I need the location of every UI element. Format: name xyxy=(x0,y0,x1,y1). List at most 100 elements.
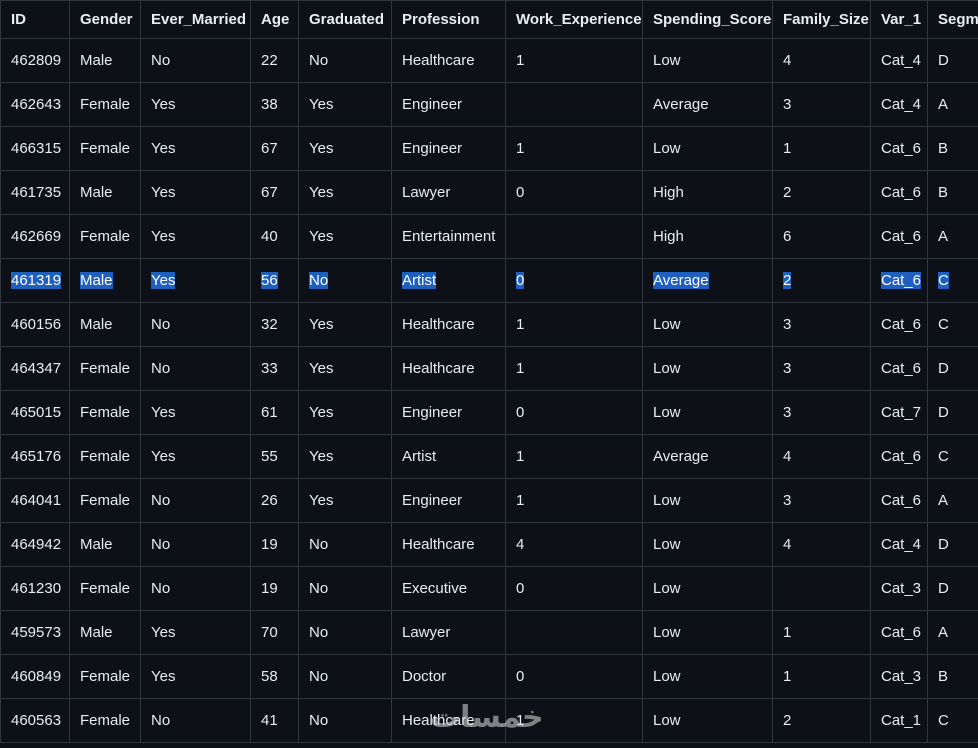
table-cell[interactable]: Low xyxy=(642,566,773,611)
table-cell[interactable]: 3 xyxy=(772,346,871,391)
table-cell[interactable]: 67 xyxy=(250,126,299,171)
table-cell[interactable]: Healthcare xyxy=(391,302,506,347)
table-cell[interactable]: No xyxy=(140,566,251,611)
table-cell[interactable]: Cat_3 xyxy=(870,654,928,699)
table-cell[interactable]: 2 xyxy=(772,698,871,743)
table-cell[interactable]: High xyxy=(642,214,773,259)
table-cell[interactable]: Cat_4 xyxy=(870,38,928,83)
table-cell[interactable]: Lawyer xyxy=(391,170,506,215)
table-cell[interactable]: Female xyxy=(69,654,141,699)
table-cell[interactable]: 462643 xyxy=(0,82,70,127)
table-cell[interactable]: C xyxy=(927,258,978,303)
table-cell[interactable]: 1 xyxy=(772,126,871,171)
table-cell[interactable]: D xyxy=(927,522,978,567)
table-cell[interactable]: Yes xyxy=(298,214,392,259)
table-cell[interactable]: 3 xyxy=(772,390,871,435)
table-cell[interactable]: No xyxy=(298,566,392,611)
table-cell[interactable]: 4 xyxy=(772,522,871,567)
table-cell[interactable]: 0 xyxy=(505,258,643,303)
table-row[interactable]: 464347 Female No 33 Yes Healthcare 1 Low 3 Cat_6 D xyxy=(0,346,978,391)
table-row[interactable]: 462669 Female Yes 40 Yes Entertainment High 6 Ca… xyxy=(0,214,978,259)
table-cell[interactable]: Cat_6 xyxy=(870,302,928,347)
table-cell[interactable]: Cat_4 xyxy=(870,82,928,127)
table-cell[interactable]: No xyxy=(140,698,251,743)
table-cell[interactable]: Male xyxy=(69,170,141,215)
table-cell[interactable]: 461230 xyxy=(0,566,70,611)
table-cell[interactable]: 460849 xyxy=(0,654,70,699)
table-cell[interactable]: 70 xyxy=(250,610,299,655)
table-cell[interactable]: Low xyxy=(642,654,773,699)
table-cell[interactable]: 1 xyxy=(772,654,871,699)
table-cell[interactable]: Low xyxy=(642,478,773,523)
table-cell[interactable]: 38 xyxy=(250,82,299,127)
column-header-spending-score[interactable]: Spending_Score xyxy=(642,0,773,39)
table-cell[interactable]: 459573 xyxy=(0,610,70,655)
table-cell[interactable]: 1 xyxy=(505,126,643,171)
table-cell[interactable]: Low xyxy=(642,126,773,171)
table-cell[interactable]: Yes xyxy=(140,214,251,259)
table-cell[interactable]: Healthcare xyxy=(391,38,506,83)
table-cell[interactable]: 465176 xyxy=(0,434,70,479)
table-cell[interactable]: C xyxy=(927,698,978,743)
table-cell[interactable]: C xyxy=(927,302,978,347)
table-row[interactable]: 460849 Female Yes 58 No Doctor 0 Low 1 Cat_3 B xyxy=(0,654,978,699)
table-cell[interactable]: Engineer xyxy=(391,126,506,171)
table-cell[interactable]: Cat_6 xyxy=(870,478,928,523)
table-row[interactable]: 465176 Female Yes 55 Yes Artist 1 Average 4 Cat_6… xyxy=(0,434,978,479)
table-cell[interactable]: Lawyer xyxy=(391,610,506,655)
table-cell[interactable]: 1 xyxy=(505,478,643,523)
table-cell[interactable]: Male xyxy=(69,258,141,303)
table-cell[interactable]: A xyxy=(927,82,978,127)
table-cell[interactable]: Female xyxy=(69,390,141,435)
table-cell[interactable]: 3 xyxy=(772,478,871,523)
table-cell[interactable]: 1 xyxy=(505,346,643,391)
table-cell[interactable]: Low xyxy=(642,302,773,347)
table-row[interactable]: 461230 Female No 19 No Executive 0 Low Cat_3 D xyxy=(0,566,978,611)
table-cell[interactable]: No xyxy=(298,654,392,699)
table-row[interactable]: 464041 Female No 26 Yes Engineer 1 Low 3 Cat_6 A xyxy=(0,478,978,523)
table-cell[interactable]: No xyxy=(298,258,392,303)
table-cell[interactable]: D xyxy=(927,38,978,83)
table-cell[interactable]: 40 xyxy=(250,214,299,259)
table-cell[interactable]: Cat_6 xyxy=(870,610,928,655)
table-cell[interactable]: D xyxy=(927,390,978,435)
table-cell[interactable]: 2 xyxy=(772,258,871,303)
table-cell[interactable]: 0 xyxy=(505,170,643,215)
table-cell[interactable]: B xyxy=(927,654,978,699)
table-cell[interactable]: Cat_4 xyxy=(870,522,928,567)
table-cell[interactable]: Average xyxy=(642,258,773,303)
table-cell[interactable]: 41 xyxy=(250,698,299,743)
table-cell[interactable]: Yes xyxy=(140,170,251,215)
table-cell[interactable]: Yes xyxy=(140,126,251,171)
table-row[interactable]: 462809 Male No 22 No Healthcare 1 Low 4 Cat_4 D xyxy=(0,38,978,83)
table-cell[interactable]: Yes xyxy=(140,82,251,127)
table-cell[interactable]: No xyxy=(140,478,251,523)
table-cell[interactable]: 1 xyxy=(505,434,643,479)
table-cell[interactable]: Female xyxy=(69,346,141,391)
table-cell[interactable]: Yes xyxy=(298,434,392,479)
table-cell[interactable]: B xyxy=(927,126,978,171)
table-row[interactable]: 466315 Female Yes 67 Yes Engineer 1 Low 1 Cat_6 B xyxy=(0,126,978,171)
table-cell[interactable]: Low xyxy=(642,390,773,435)
table-row[interactable]: 464942 Male No 19 No Healthcare 4 Low 4 Cat_4 D xyxy=(0,522,978,567)
table-cell[interactable]: 33 xyxy=(250,346,299,391)
table-cell[interactable]: High xyxy=(642,170,773,215)
table-cell[interactable]: Artist xyxy=(391,258,506,303)
table-cell[interactable]: Yes xyxy=(298,346,392,391)
table-cell[interactable]: Yes xyxy=(298,170,392,215)
table-cell[interactable]: Artist xyxy=(391,434,506,479)
table-cell[interactable]: 464041 xyxy=(0,478,70,523)
table-cell[interactable]: Entertainment xyxy=(391,214,506,259)
table-cell[interactable]: No xyxy=(140,522,251,567)
table-cell[interactable]: A xyxy=(927,214,978,259)
table-cell[interactable] xyxy=(505,214,643,259)
table-cell[interactable] xyxy=(505,610,643,655)
table-cell[interactable]: No xyxy=(298,38,392,83)
table-cell[interactable]: Cat_6 xyxy=(870,434,928,479)
table-row[interactable]: 460563 Female No 41 No Healthcare 1 Low 2 Cat_1 C xyxy=(0,698,978,743)
table-cell[interactable]: Average xyxy=(642,82,773,127)
table-cell[interactable]: 1 xyxy=(505,38,643,83)
table-cell[interactable]: No xyxy=(140,38,251,83)
table-cell[interactable]: 460563 xyxy=(0,698,70,743)
table-cell[interactable]: Yes xyxy=(140,390,251,435)
